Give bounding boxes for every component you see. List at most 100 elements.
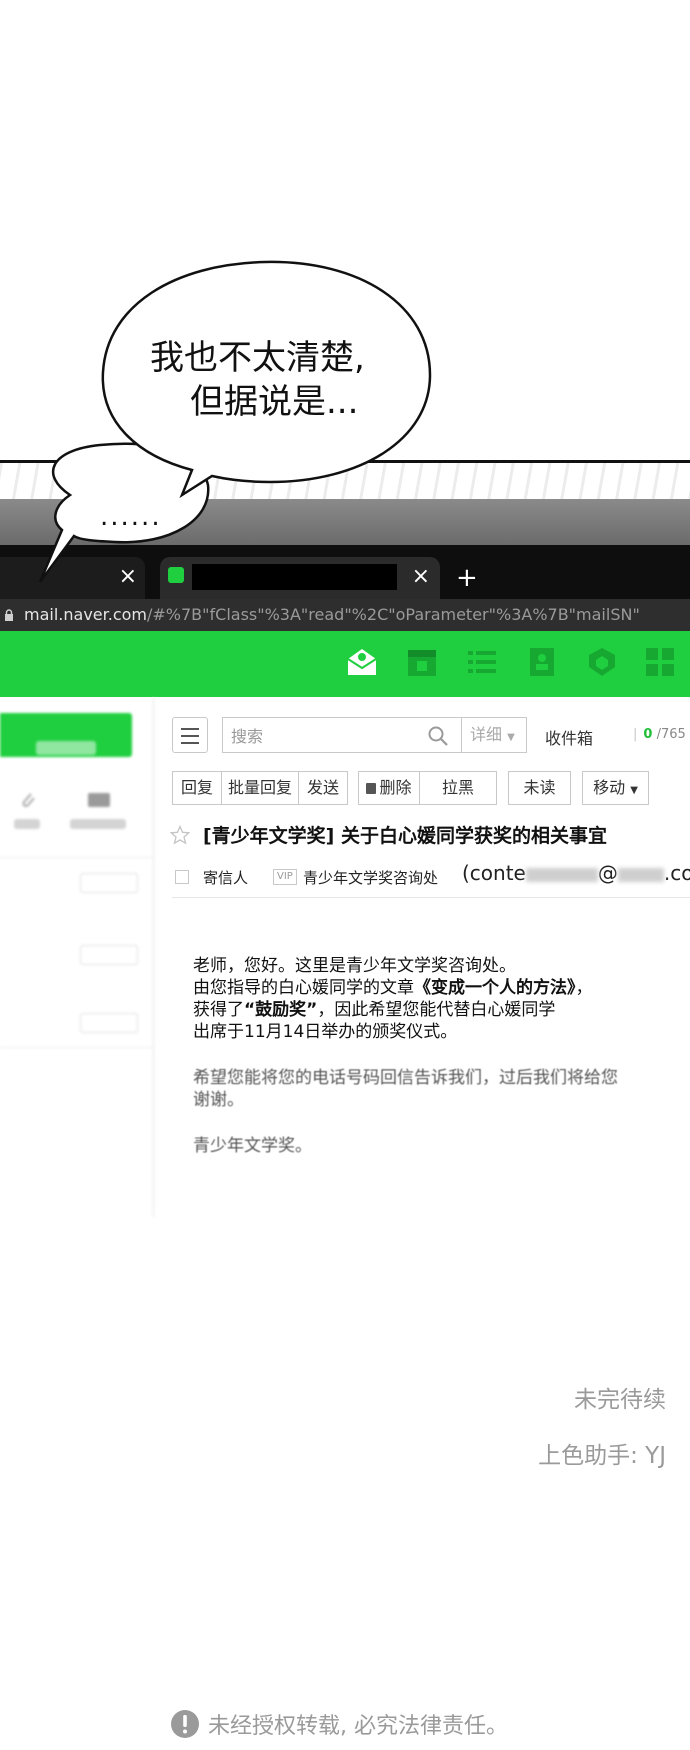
url-domain: mail.naver.com [24, 605, 147, 624]
header-divider [172, 897, 690, 898]
to-be-continued-label: 未完待续 [574, 1387, 666, 1413]
copyright-notice: 未经授权转载, 必究法律责任。 [170, 1708, 508, 1740]
shield-icon[interactable] [585, 645, 619, 679]
main-bubble-line2: 但据说是... [190, 382, 359, 422]
sidebar-folder-pill[interactable] [80, 945, 138, 965]
award-name: “鼓励奖” [244, 1000, 318, 1020]
browser-tab-previous[interactable]: × [0, 557, 145, 599]
body-segment: ，因此希望您能代替白心媛同学 [317, 1000, 556, 1020]
email-redacted [525, 867, 598, 882]
sidebar-folder-pill[interactable] [80, 873, 138, 893]
body-line: 谢谢。 [193, 1090, 244, 1110]
calendar-icon[interactable] [405, 645, 439, 679]
reply-all-button[interactable]: 批量回复 [221, 771, 299, 805]
menu-bar [181, 735, 199, 737]
list-icon[interactable] [465, 645, 499, 679]
forward-button[interactable]: 发送 [298, 771, 348, 805]
search-input[interactable] [231, 724, 401, 748]
url-path: /#%7B"fClass"%3A"read"%2C"oParameter"%3A… [147, 605, 640, 624]
grid-icon[interactable] [643, 645, 677, 679]
body-line: 获得了“鼓励奖”，因此希望您能代替白心媛同学 [193, 999, 618, 1021]
body-line: 青少年文学奖。 [193, 1136, 312, 1156]
search-detail-button[interactable]: 详细 ▼ [462, 717, 527, 753]
chevron-down-icon: ▼ [507, 732, 515, 743]
body-line: 由您指导的白心媛同学的文章《变成一个人的方法》， [193, 977, 618, 999]
monitor-bezel [0, 499, 690, 545]
delete-label: 删除 [379, 778, 412, 797]
mark-unread-button[interactable]: 未读 [508, 771, 571, 805]
menu-bar [181, 728, 199, 730]
chevron-down-icon: ▼ [630, 785, 638, 796]
todo-icon[interactable] [88, 791, 110, 809]
contacts-icon[interactable] [525, 645, 559, 679]
block-button[interactable]: 拉黑 [419, 771, 497, 805]
search-icon[interactable] [427, 725, 449, 747]
body-segment: 由您指导的白心媛同学的文章 [193, 978, 414, 998]
trash-icon [366, 783, 377, 794]
color-assistant-credit: 上色助手: YJ [538, 1443, 666, 1469]
email-end: .com [663, 861, 690, 885]
sender-expand-icon[interactable] [175, 870, 189, 884]
tab-close-icon[interactable]: × [119, 563, 137, 591]
panel-background-lines [0, 463, 690, 503]
sidebar-label-blurred [70, 819, 126, 829]
mail-home-icon[interactable] [345, 645, 379, 679]
tab-close-icon[interactable]: × [412, 563, 430, 591]
mail-sidebar [0, 697, 154, 1217]
move-label: 移动 [593, 778, 626, 797]
total-count: /765 [656, 727, 686, 742]
sidebar-divider [0, 1047, 154, 1048]
address-bar[interactable]: mail.naver.com/#%7B"fClass"%3A"read"%2C"… [0, 599, 690, 631]
sidebar-divider [0, 857, 154, 858]
vip-badge: VIP [273, 869, 297, 885]
main-bubble-line1: 我也不太清楚, [150, 338, 365, 378]
reply-button[interactable]: 回复 [172, 771, 222, 805]
sidebar-folder-pill[interactable] [80, 1013, 138, 1033]
main-bubble-text: 我也不太清楚, 但据说是... [150, 336, 420, 424]
tab-title-redacted [192, 564, 397, 590]
mail-window: 详细 ▼ 收件箱 | 0 /765 回复 批量回复 发送 删除 拉黑 未读 移动 … [0, 697, 690, 1272]
search-box [222, 717, 462, 753]
mail-body-text: 老师，您好。这里是青少年文学奖咨询处。 由您指导的白心媛同学的文章《变成一个人的… [193, 955, 618, 1157]
story-title: 《变成一个人的方法》 [414, 978, 576, 998]
warning-icon [171, 1710, 199, 1738]
mail-favicon-icon [168, 567, 184, 583]
unread-count: 0 [643, 727, 653, 742]
move-button[interactable]: 移动 ▼ [582, 771, 649, 805]
body-segment: ， [575, 978, 593, 998]
email-domain-redacted [617, 867, 664, 882]
mail-app-header [0, 631, 690, 697]
count-separator: | [633, 727, 638, 742]
email-at: @ [597, 861, 618, 885]
menu-button[interactable] [172, 717, 208, 753]
folder-title[interactable]: 收件箱 [545, 725, 593, 749]
address-url: mail.naver.com/#%7B"fClass"%3A"read"%2C"… [24, 605, 640, 624]
star-icon[interactable] [170, 825, 190, 845]
comic-panel: × × + mail.naver.com/#%7B"fClass"%3A"rea… [0, 460, 690, 1272]
body-line: 出席于11月14日举办的颁奖仪式。 [193, 1022, 458, 1042]
sender-email[interactable]: (conte @ .com [462, 861, 690, 885]
sender-name[interactable]: 青少年文学奖咨询处 [303, 867, 438, 888]
detail-label: 详细 [470, 725, 503, 744]
body-segment: 获得了 [193, 1000, 244, 1020]
body-line: 老师，您好。这里是青少年文学奖咨询处。 [193, 956, 516, 976]
inbox-count: | 0 /765 [633, 727, 686, 742]
compose-button[interactable] [0, 713, 132, 757]
lock-icon [5, 609, 13, 621]
mail-subject: [青少年文学奖] 关于白心媛同学获奖的相关事宜 [203, 825, 607, 847]
sidebar-label-blurred [14, 819, 40, 829]
copyright-text: 未经授权转载, 必究法律责任。 [208, 1714, 508, 1739]
email-start: (conte [462, 861, 526, 885]
body-line: 希望您能将您的电话号码回信告诉我们，过后我们将给您 [193, 1068, 618, 1088]
new-tab-button[interactable]: + [456, 563, 478, 593]
browser-tab-strip: × × + [0, 545, 690, 599]
mail-reading-pane: 详细 ▼ 收件箱 | 0 /765 回复 批量回复 发送 删除 拉黑 未读 移动 … [155, 697, 690, 1272]
sender-label: 寄信人 [203, 869, 249, 887]
menu-bar [181, 742, 199, 744]
delete-button[interactable]: 删除 [358, 771, 420, 805]
compose-label-blurred [36, 741, 96, 755]
attachment-icon[interactable] [19, 791, 37, 809]
browser-tab-active[interactable]: × [160, 557, 440, 599]
